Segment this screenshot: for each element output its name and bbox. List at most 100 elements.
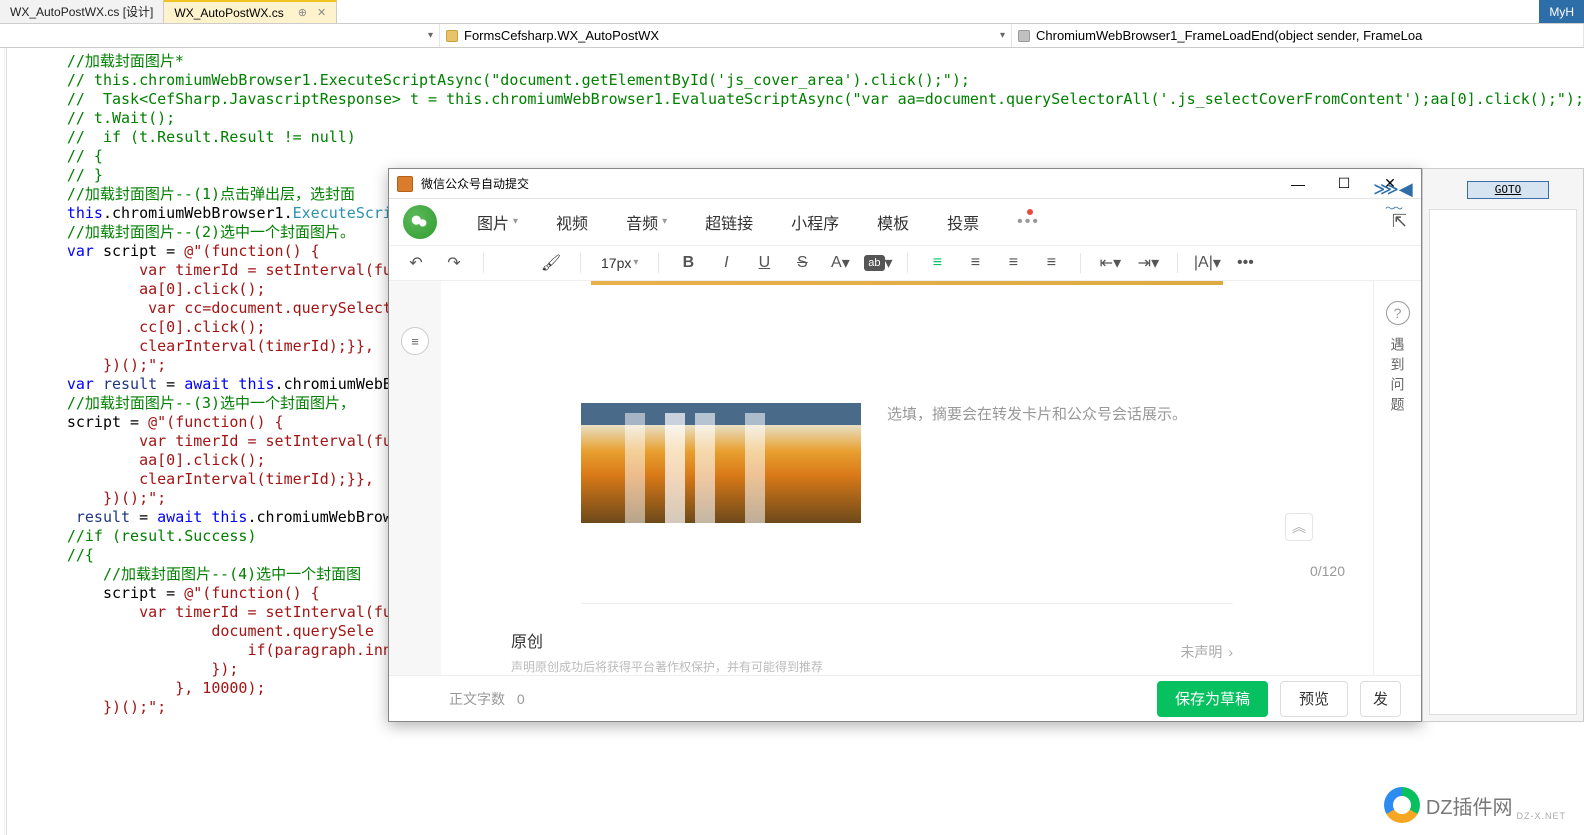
fish-icon: ⋙◀～～ [1373, 179, 1413, 215]
menu-video[interactable]: 视频 [546, 204, 598, 240]
redo-button[interactable]: ↷ [441, 250, 467, 276]
nav-method-label: ChromiumWebBrowser1_FrameLoadEnd(object … [1036, 28, 1422, 43]
help-rail: ? 遇到问题 [1373, 281, 1421, 675]
undo-button[interactable]: ↶ [403, 250, 429, 276]
tab-label: WX_AutoPostWX.cs [174, 6, 283, 20]
divider [581, 603, 1233, 604]
watermark-logo [1384, 787, 1420, 823]
method-icon [1018, 30, 1030, 42]
label: 超链接 [705, 210, 753, 234]
app-icon [397, 176, 413, 192]
menu-miniprogram[interactable]: 小程序 [781, 204, 849, 240]
tab-label: MyH [1549, 5, 1574, 19]
editor-tabstrip: WX_AutoPostWX.cs [设计] WX_AutoPostWX.cs ⊕… [0, 0, 1584, 24]
preview-button[interactable]: 预览 [1280, 681, 1348, 717]
chevron-right-icon: › [1228, 644, 1233, 660]
align-right-button[interactable]: ≡ [1000, 250, 1026, 276]
menu-vote[interactable]: 投票 [937, 204, 989, 240]
chevron-down-icon: ▾ [513, 216, 518, 227]
dialog-title: 微信公众号自动提交 [421, 175, 529, 192]
label: 发 [1373, 688, 1388, 709]
dialog-titlebar[interactable]: 微信公众号自动提交 — ☐ ✕ [389, 169, 1421, 199]
original-subtitle: 声明原创成功后将获得平台著作权保护，并有可能得到推荐 [511, 658, 823, 675]
toolbar-more[interactable]: ••• [1232, 250, 1258, 276]
outline-toggle-button[interactable]: ≡ [401, 327, 429, 355]
nav-class-dropdown[interactable]: FormsCefsharp.WX_AutoPostWX ▾ [440, 24, 1012, 47]
cover-thumbnail[interactable] [581, 403, 861, 523]
cover-strip [591, 281, 1223, 285]
nav-method-dropdown[interactable]: ChromiumWebBrowser1_FrameLoadEnd(object … [1012, 24, 1584, 47]
insert-toolbar: 图片▾ 视频 音频▾ 超链接 小程序 模板 投票 ••• ⇱ [389, 199, 1421, 245]
minimize-button[interactable]: — [1275, 169, 1321, 199]
separator [580, 253, 581, 273]
close-icon[interactable]: ✕ [317, 6, 326, 19]
watermark-sub: DZ-X.NET [1517, 811, 1567, 821]
tab-right[interactable]: MyH [1539, 0, 1584, 23]
clear-format-button[interactable] [500, 250, 526, 276]
separator [1080, 253, 1081, 273]
pin-icon[interactable]: ⊕ [298, 6, 307, 19]
separator [1177, 253, 1178, 273]
strikethrough-button[interactable]: S [789, 250, 815, 276]
font-size-select[interactable]: 17px▾ [601, 255, 638, 271]
italic-button[interactable]: I [713, 250, 739, 276]
wechat-logo [403, 205, 437, 239]
chevron-down-icon: ▾ [1000, 30, 1005, 41]
original-row[interactable]: 原创 声明原创成功后将获得平台著作权保护，并有可能得到推荐 未声明 › [511, 628, 1233, 675]
maximize-button[interactable]: ☐ [1321, 169, 1367, 199]
indent-left-button[interactable]: ⇤▾ [1097, 250, 1123, 276]
nav-class-label: FormsCefsharp.WX_AutoPostWX [464, 28, 659, 43]
align-center-button[interactable]: ≡ [962, 250, 988, 276]
wechat-dialog: 微信公众号自动提交 — ☐ ✕ 图片 ▾ 视频 音频 ▾ 超链接 小程序 模板 投票… [388, 168, 1422, 722]
goto-button[interactable]: GOTO [1467, 181, 1549, 199]
underline-button[interactable]: U [751, 250, 777, 276]
label: 投票 [947, 210, 979, 234]
menu-image[interactable]: 图片 ▾ [467, 204, 528, 240]
label: 模板 [877, 210, 909, 234]
label: 音频 [626, 210, 658, 234]
font-color-button[interactable]: A▾ [827, 250, 853, 276]
separator [907, 253, 908, 273]
menu-hyperlink[interactable]: 超链接 [695, 204, 763, 240]
left-rail: ≡ [389, 281, 441, 675]
summary-input[interactable]: 选填，摘要会在转发卡片和公众号会话展示。 [861, 403, 1233, 424]
indent-right-button[interactable]: ⇥▾ [1135, 250, 1161, 276]
save-draft-button[interactable]: 保存为草稿 [1157, 681, 1268, 717]
send-button[interactable]: 发 [1360, 681, 1401, 717]
watermark-text: DZ插件网 [1426, 791, 1513, 820]
chevron-down-icon: ▾ [885, 253, 893, 273]
label: 保存为草稿 [1175, 688, 1250, 709]
original-title: 原创 [511, 628, 823, 652]
bold-button[interactable]: B [675, 250, 701, 276]
panel-inner [1429, 209, 1577, 715]
right-tool-panel: ⋙◀～～ GOTO [1422, 168, 1584, 722]
nav-left-slot[interactable]: ▾ [0, 24, 440, 47]
menu-template[interactable]: 模板 [867, 204, 919, 240]
label: 图片 [477, 210, 509, 234]
chevron-down-icon: ▾ [633, 257, 638, 268]
font-size-value: 17px [601, 255, 631, 271]
label: 预览 [1299, 688, 1329, 709]
highlight-button[interactable]: ab▾ [865, 250, 891, 276]
scroll-top-button[interactable]: ︽ [1285, 513, 1313, 541]
align-justify-button[interactable]: ≡ [1038, 250, 1064, 276]
watermark: DZ插件网 DZ-X.NET [1384, 787, 1566, 823]
line-height-button[interactable]: |A|▾ [1194, 250, 1220, 276]
summary-row: 选填，摘要会在转发卡片和公众号会话展示。 [581, 403, 1233, 523]
help-icon[interactable]: ? [1386, 301, 1410, 325]
chevron-down-icon: ▾ [428, 30, 433, 41]
word-count-label: 正文字数 [449, 691, 505, 707]
chevron-down-icon: ▾ [662, 216, 667, 227]
align-left-button[interactable]: ≡ [924, 250, 950, 276]
format-painter-button[interactable]: 🖌 [538, 250, 564, 276]
original-status: 未声明 › [1180, 642, 1233, 662]
notification-dot [1027, 209, 1033, 215]
label: 小程序 [791, 210, 839, 234]
format-toolbar: ↶ ↷ 🖌 17px▾ B I U S A▾ ab▾ ≡ ≡ ≡ ≡ ⇤▾ ⇥▾… [389, 245, 1421, 282]
tab-code[interactable]: WX_AutoPostWX.cs ⊕ ✕ [164, 0, 337, 23]
separator [658, 253, 659, 273]
help-label[interactable]: 遇到问题 [1388, 337, 1408, 417]
menu-audio[interactable]: 音频 ▾ [616, 204, 677, 240]
tab-designer[interactable]: WX_AutoPostWX.cs [设计] [0, 0, 164, 23]
word-count-value: 0 [517, 691, 525, 707]
